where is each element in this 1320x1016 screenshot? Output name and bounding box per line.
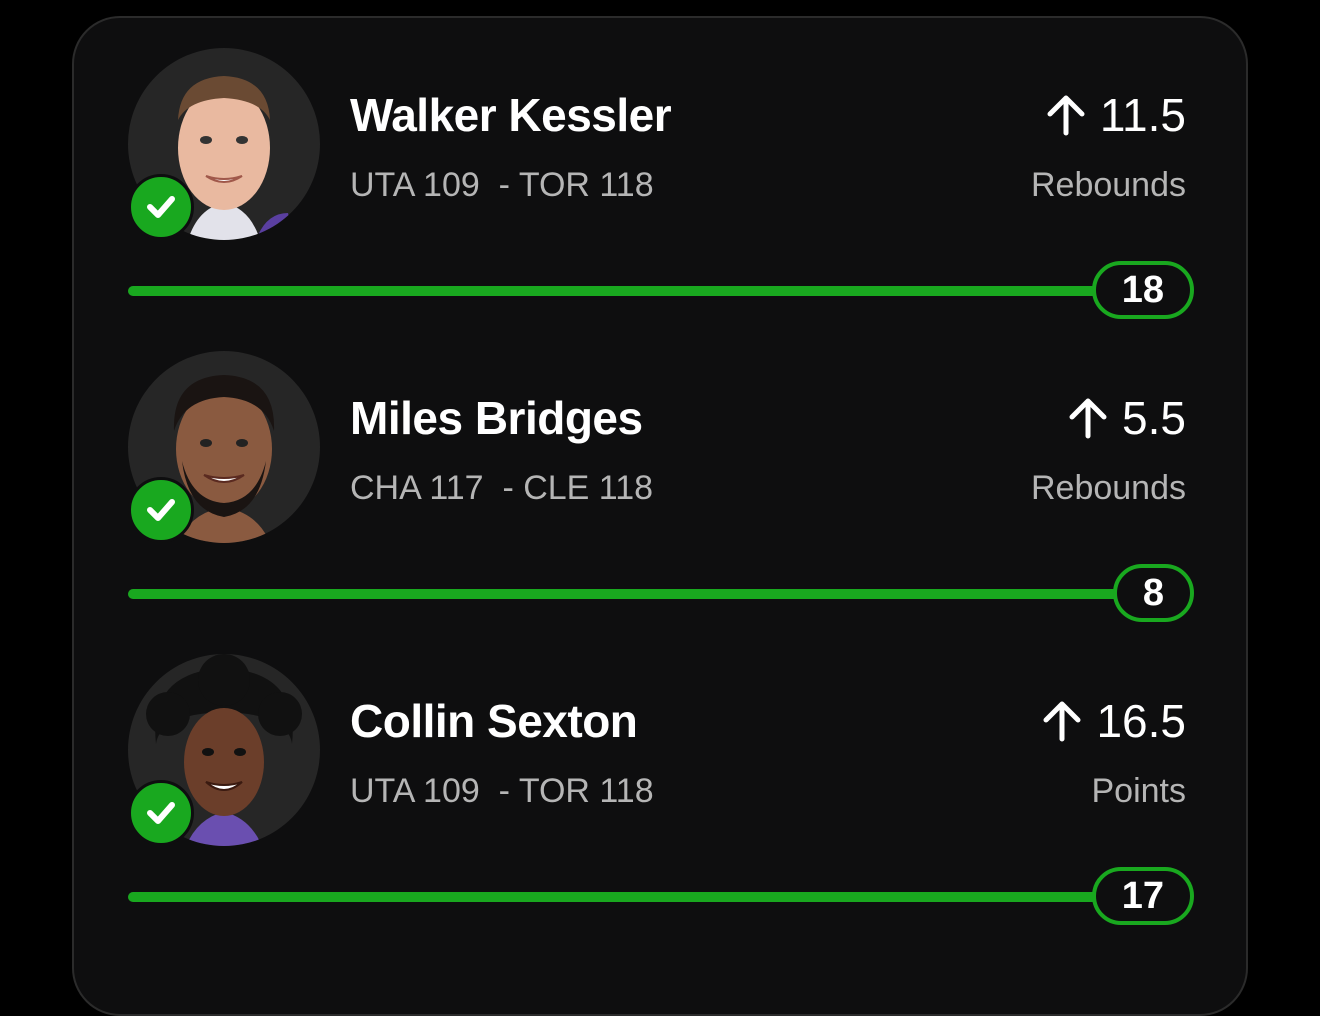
stat-type: Rebounds [1030, 166, 1186, 204]
picks-card: Walker Kessler UTA 109 - TOR 118 11.5 Re… [72, 16, 1248, 1016]
progress-fill [128, 286, 1128, 296]
prop-line: 16.5 [1042, 694, 1186, 748]
line-value: 16.5 [1096, 695, 1186, 747]
result-badge: 18 [1091, 261, 1194, 319]
arrow-up-icon [1069, 398, 1107, 439]
line-value: 11.5 [1099, 89, 1186, 141]
stat-type: Points [1091, 772, 1187, 810]
checkmark-icon [128, 780, 194, 846]
progress-track [128, 286, 1128, 296]
player-avatar-container [128, 654, 320, 846]
checkmark-icon [128, 174, 194, 240]
game-score: UTA 109 - TOR 118 [350, 772, 654, 810]
stat-type: Rebounds [1030, 469, 1186, 507]
arrow-up-icon [1047, 95, 1085, 136]
progress-fill [128, 892, 1128, 902]
game-score: UTA 109 - TOR 118 [350, 166, 654, 204]
player-name: Collin Sexton [350, 695, 638, 747]
pick-row-walker-kessler[interactable]: Walker Kessler UTA 109 - TOR 118 11.5 Re… [74, 18, 1246, 319]
progress-track [128, 589, 1128, 599]
line-value: 5.5 [1122, 392, 1186, 444]
player-avatar-container [128, 351, 320, 543]
arrow-up-icon [1043, 701, 1081, 742]
pick-row-miles-bridges[interactable]: Miles Bridges CHA 117 - CLE 118 5.5 Rebo… [74, 321, 1246, 622]
player-avatar-container [128, 48, 320, 240]
pick-row-collin-sexton[interactable]: Collin Sexton UTA 109 - TOR 118 16.5 Poi… [74, 624, 1246, 925]
progress-track [128, 892, 1128, 902]
prop-line: 5.5 [1068, 391, 1186, 445]
prop-line: 11.5 [1046, 88, 1186, 142]
progress-fill [128, 589, 1128, 599]
game-score: CHA 117 - CLE 118 [350, 469, 654, 507]
player-name: Walker Kessler [350, 89, 672, 141]
result-badge: 8 [1112, 564, 1194, 622]
result-badge: 17 [1091, 867, 1194, 925]
player-name: Miles Bridges [350, 392, 643, 444]
checkmark-icon [128, 477, 194, 543]
